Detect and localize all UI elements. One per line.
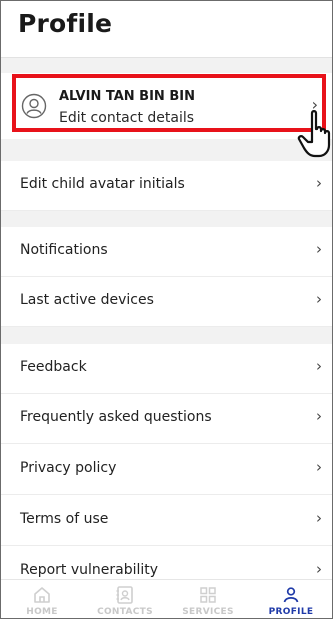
page-header: Profile xyxy=(1,1,332,58)
chevron-right-icon: › xyxy=(316,357,322,375)
chevron-right-icon: › xyxy=(316,290,322,308)
hand-pointer-icon xyxy=(297,110,331,158)
menu-item-edit-child-avatar[interactable]: Edit child avatar initials › xyxy=(1,161,332,211)
chevron-right-icon: › xyxy=(316,458,322,476)
menu-item-label: Report vulnerability xyxy=(20,562,159,578)
menu-item-label: Notifications xyxy=(20,242,108,258)
tab-contacts[interactable]: CONTACTS xyxy=(84,580,166,618)
menu-item-terms-of-use[interactable]: Terms of use › xyxy=(1,496,332,546)
tab-home[interactable]: HOME xyxy=(1,580,83,618)
chevron-right-icon: › xyxy=(316,407,322,425)
chevron-right-icon: › xyxy=(316,560,322,578)
profile-subtitle: Edit contact details xyxy=(59,110,195,126)
profile-row[interactable]: ALVIN TAN BIN BIN Edit contact details › xyxy=(1,73,332,139)
chevron-right-icon: › xyxy=(316,240,322,258)
menu-item-label: Feedback xyxy=(20,359,87,375)
menu-item-label: Edit child avatar initials xyxy=(20,176,185,192)
menu-item-privacy-policy[interactable]: Privacy policy › xyxy=(1,445,332,495)
menu-item-last-active-devices[interactable]: Last active devices › xyxy=(1,277,332,327)
user-circle-icon xyxy=(21,93,47,119)
tab-label: HOME xyxy=(26,607,58,617)
menu-item-label: Terms of use xyxy=(20,511,109,527)
person-icon xyxy=(283,587,299,603)
section-gap xyxy=(1,327,332,344)
profile-name: ALVIN TAN BIN BIN xyxy=(59,89,195,104)
section-gap xyxy=(1,58,332,73)
tab-label: SERVICES xyxy=(182,607,234,617)
tab-profile[interactable]: PROFILE xyxy=(250,580,332,618)
home-icon xyxy=(34,587,50,603)
section-gap xyxy=(1,211,332,227)
contacts-icon xyxy=(116,586,133,604)
menu-item-label: Frequently asked questions xyxy=(20,409,212,425)
tab-label: CONTACTS xyxy=(97,607,153,617)
screen: Profile ALVIN TAN BIN BIN Edit contact d… xyxy=(0,0,333,619)
page-title: Profile xyxy=(18,9,113,38)
tab-label: PROFILE xyxy=(268,607,314,617)
section-gap xyxy=(1,139,332,161)
menu-item-faq[interactable]: Frequently asked questions › xyxy=(1,394,332,444)
grid-icon xyxy=(200,587,216,603)
menu-item-notifications[interactable]: Notifications › xyxy=(1,227,332,277)
menu-item-label: Last active devices xyxy=(20,292,154,308)
menu-item-label: Privacy policy xyxy=(20,460,117,476)
bottom-tab-bar: HOME CONTACTS SERVICES PROFILE xyxy=(1,579,332,618)
tab-services[interactable]: SERVICES xyxy=(167,580,249,618)
menu-item-feedback[interactable]: Feedback › xyxy=(1,344,332,394)
chevron-right-icon: › xyxy=(316,509,322,527)
chevron-right-icon: › xyxy=(316,174,322,192)
